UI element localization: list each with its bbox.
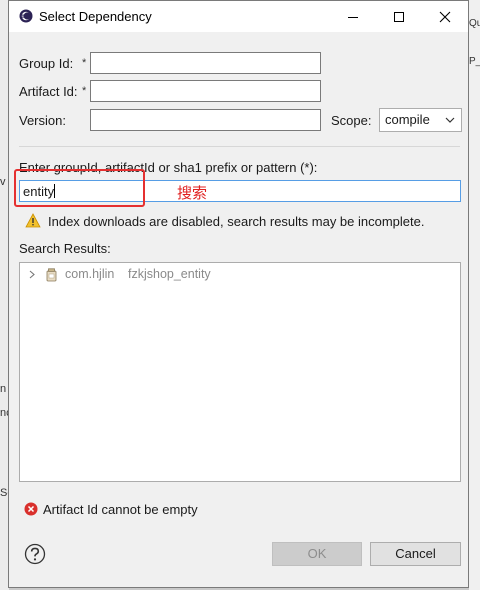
chevron-down-icon bbox=[445, 117, 455, 123]
bg-fragment: P_ bbox=[469, 56, 480, 67]
scope-select[interactable]: compile bbox=[379, 108, 462, 132]
separator bbox=[19, 146, 460, 147]
maximize-button[interactable] bbox=[376, 1, 422, 32]
version-label: Version: bbox=[19, 113, 66, 128]
error-message: Artifact Id cannot be empty bbox=[43, 502, 198, 517]
version-field[interactable] bbox=[90, 109, 321, 131]
annotation-highlight-box bbox=[14, 169, 145, 207]
minimize-button[interactable] bbox=[330, 1, 376, 32]
group-id-label: Group Id: bbox=[19, 56, 74, 71]
result-row[interactable]: com.hjlin fzkjshop_entity bbox=[20, 266, 460, 284]
search-results-tree[interactable]: com.hjlin fzkjshop_entity bbox=[19, 262, 461, 482]
help-icon[interactable] bbox=[24, 543, 46, 565]
chevron-right-icon[interactable] bbox=[29, 270, 35, 279]
scope-value: compile bbox=[385, 112, 430, 127]
minimize-icon bbox=[348, 16, 358, 18]
title-bar[interactable]: Select Dependency bbox=[9, 1, 468, 32]
bg-fragment: v bbox=[0, 176, 6, 188]
search-results-label: Search Results: bbox=[19, 241, 111, 256]
eclipse-app-icon bbox=[19, 9, 33, 23]
scope-label: Scope: bbox=[331, 113, 372, 128]
ok-button[interactable]: OK bbox=[272, 542, 362, 566]
warning-message: Index downloads are disabled, search res… bbox=[48, 214, 425, 229]
artifact-id-field[interactable] bbox=[90, 80, 321, 102]
background-window-right: Qu P_ bbox=[469, 0, 480, 590]
bg-fragment: Qu bbox=[469, 18, 480, 29]
cancel-button[interactable]: Cancel bbox=[370, 542, 461, 566]
required-marker: * bbox=[82, 85, 87, 97]
annotation-text: 搜索 bbox=[177, 184, 208, 202]
close-button[interactable] bbox=[422, 1, 468, 32]
result-artifact-id: fzkjshop_entity bbox=[128, 267, 211, 281]
close-icon bbox=[439, 11, 451, 22]
warning-icon bbox=[25, 213, 41, 228]
maximize-icon bbox=[394, 11, 404, 22]
artifact-id-label: Artifact Id: bbox=[19, 84, 78, 99]
result-group-id: com.hjlin bbox=[65, 267, 115, 281]
dialog-title: Select Dependency bbox=[39, 9, 152, 24]
group-id-field[interactable] bbox=[90, 52, 321, 74]
bg-fragment: n bbox=[0, 383, 7, 395]
select-dependency-dialog: Select Dependency Group Id: * Artifact I… bbox=[8, 0, 469, 588]
error-icon bbox=[24, 502, 38, 516]
required-marker: * bbox=[82, 57, 87, 69]
jar-icon bbox=[46, 268, 57, 282]
